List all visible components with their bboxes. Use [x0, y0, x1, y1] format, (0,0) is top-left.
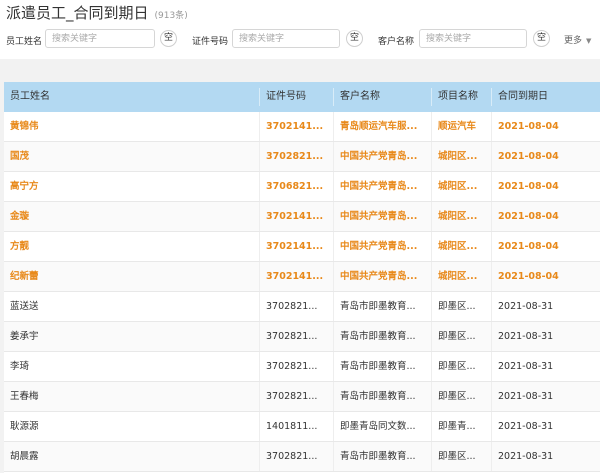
cell-customer: 青岛顺运汽车服...	[334, 112, 432, 141]
cell-contract-end-date: 2021-08-31	[498, 361, 554, 372]
cell-customer: 青岛市即墨教育...	[334, 442, 432, 471]
table-row[interactable]: 耿源源 1401811... 即墨青岛同文数... 即墨青... 2021-08-31	[4, 412, 600, 442]
column-header-id[interactable]: 证件号码	[260, 82, 334, 112]
cell-customer: 中国共产党青岛...	[334, 172, 432, 201]
cell-project: 城阳区...	[432, 202, 492, 231]
cell-project: 城阳区...	[432, 172, 492, 201]
cell-id-number: 3702821...	[260, 352, 334, 381]
id-clear-button[interactable]: 空	[346, 30, 363, 47]
cell-id-number: 3702821...	[260, 322, 334, 351]
title-text: 派遣员工_合同到期日	[6, 4, 149, 22]
cell-project: 即墨区...	[432, 442, 492, 471]
cell-project: 即墨区...	[432, 352, 492, 381]
cell-id-number: 3702821...	[260, 142, 334, 171]
cell-id-number: 1401811...	[260, 412, 334, 441]
cell-customer: 青岛市即墨教育...	[334, 322, 432, 351]
cell-contract-end-date: 2021-08-04	[498, 151, 559, 162]
table-body: 黄锦伟 3702141... 青岛顺运汽车服... 顺运汽车 2021-08-04 国茂 3…	[4, 112, 600, 472]
cell-name: 纪新蕾	[4, 262, 260, 291]
cell-id-number: 3702141...	[260, 202, 334, 231]
table-row[interactable]: 方靓 3702141... 中国共产党青岛... 城阳区... 2021-08-04	[4, 232, 600, 262]
record-count: (913条)	[154, 11, 188, 21]
cell-id-number: 3702821...	[260, 442, 334, 471]
cell-customer: 青岛市即墨教育...	[334, 352, 432, 381]
cell-name: 国茂	[4, 142, 260, 171]
cell-customer: 青岛市即墨教育...	[334, 382, 432, 411]
column-header-customer[interactable]: 客户名称	[334, 82, 432, 112]
cell-name: 王春梅	[4, 382, 260, 411]
cell-project: 城阳区...	[432, 232, 492, 261]
cell-contract-end-date: 2021-08-04	[498, 271, 559, 282]
column-header-date[interactable]: 合同到期日	[492, 82, 600, 112]
cell-id-number: 3702141...	[260, 112, 334, 141]
cell-customer: 中国共产党青岛...	[334, 142, 432, 171]
cell-name: 黄锦伟	[4, 112, 260, 141]
cell-project: 即墨青...	[432, 412, 492, 441]
table-row[interactable]: 黄锦伟 3702141... 青岛顺运汽车服... 顺运汽车 2021-08-04	[4, 112, 600, 142]
table-row[interactable]: 胡晨露 3702821... 青岛市即墨教育... 即墨区... 2021-08-31	[4, 442, 600, 472]
cell-contract-end-date: 2021-08-04	[498, 211, 559, 222]
table-row[interactable]: 金璇 3702141... 中国共产党青岛... 城阳区... 2021-08-04	[4, 202, 600, 232]
table-row[interactable]: 王春梅 3702821... 青岛市即墨教育... 即墨区... 2021-08-31	[4, 382, 600, 412]
table-row[interactable]: 国茂 3702821... 中国共产党青岛... 城阳区... 2021-08-04	[4, 142, 600, 172]
cell-contract-end-date: 2021-08-31	[498, 301, 554, 312]
top-bar: 派遣员工_合同到期日 (913条) 员工姓名 空 证件号码 空 客户名称 空 更多…	[0, 0, 600, 59]
more-label: 更多	[564, 36, 583, 46]
data-table: 员工姓名 证件号码 客户名称 项目名称 合同到期日 黄锦伟 3702141... 青…	[4, 82, 600, 473]
name-clear-button[interactable]: 空	[160, 30, 177, 47]
filter-label-id: 证件号码	[192, 37, 229, 47]
cell-id-number: 3702821...	[260, 292, 334, 321]
cell-contract-end-date: 2021-08-04	[498, 241, 559, 252]
cell-name: 李琦	[4, 352, 260, 381]
table-row[interactable]: 高宁方 3706821... 中国共产党青岛... 城阳区... 2021-08-04	[4, 172, 600, 202]
cell-customer: 中国共产党青岛...	[334, 202, 432, 231]
table-row[interactable]: 姜承宇 3702821... 青岛市即墨教育... 即墨区... 2021-08-31	[4, 322, 600, 352]
filter-label-customer: 客户名称	[378, 37, 415, 47]
cell-contract-end-date: 2021-08-31	[498, 451, 554, 462]
name-search-input[interactable]	[45, 29, 155, 48]
cell-contract-end-date: 2021-08-31	[498, 391, 554, 402]
more-filters-button[interactable]: 更多 ▼	[564, 33, 591, 46]
cell-id-number: 3702141...	[260, 262, 334, 291]
cell-customer: 中国共产党青岛...	[334, 262, 432, 291]
cell-id-number: 3702821...	[260, 382, 334, 411]
cell-project: 顺运汽车	[432, 112, 492, 141]
cell-name: 方靓	[4, 232, 260, 261]
customer-search-input[interactable]	[419, 29, 527, 48]
table-header: 员工姓名 证件号码 客户名称 项目名称 合同到期日	[4, 82, 600, 112]
cell-project: 即墨区...	[432, 322, 492, 351]
cell-contract-end-date: 2021-08-31	[498, 331, 554, 342]
cell-contract-end-date: 2021-08-04	[498, 121, 559, 132]
cell-contract-end-date: 2021-08-04	[498, 181, 559, 192]
cell-contract-end-date: 2021-08-31	[498, 421, 554, 432]
cell-name: 耿源源	[4, 412, 260, 441]
cell-name: 胡晨露	[4, 442, 260, 471]
cell-id-number: 3706821...	[260, 172, 334, 201]
cell-name: 蓝送送	[4, 292, 260, 321]
cell-project: 即墨区...	[432, 292, 492, 321]
cell-project: 城阳区...	[432, 142, 492, 171]
cell-name: 高宁方	[4, 172, 260, 201]
table-row[interactable]: 纪新蕾 3702141... 中国共产党青岛... 城阳区... 2021-08-04	[4, 262, 600, 292]
cell-project: 城阳区...	[432, 262, 492, 291]
filter-label-name: 员工姓名	[6, 37, 43, 47]
cell-customer: 即墨青岛同文数...	[334, 412, 432, 441]
table-row[interactable]: 蓝送送 3702821... 青岛市即墨教育... 即墨区... 2021-08-31	[4, 292, 600, 322]
customer-clear-button[interactable]: 空	[533, 30, 550, 47]
chevron-down-icon: ▼	[586, 37, 592, 45]
cell-name: 姜承宇	[4, 322, 260, 351]
id-search-input[interactable]	[232, 29, 340, 48]
page-title: 派遣员工_合同到期日 (913条)	[6, 2, 188, 23]
cell-id-number: 3702141...	[260, 232, 334, 261]
cell-name: 金璇	[4, 202, 260, 231]
column-header-name[interactable]: 员工姓名	[4, 82, 260, 112]
cell-project: 即墨区...	[432, 382, 492, 411]
column-header-project[interactable]: 项目名称	[432, 82, 492, 112]
table-row[interactable]: 李琦 3702821... 青岛市即墨教育... 即墨区... 2021-08-31	[4, 352, 600, 382]
cell-customer: 青岛市即墨教育...	[334, 292, 432, 321]
cell-customer: 中国共产党青岛...	[334, 232, 432, 261]
